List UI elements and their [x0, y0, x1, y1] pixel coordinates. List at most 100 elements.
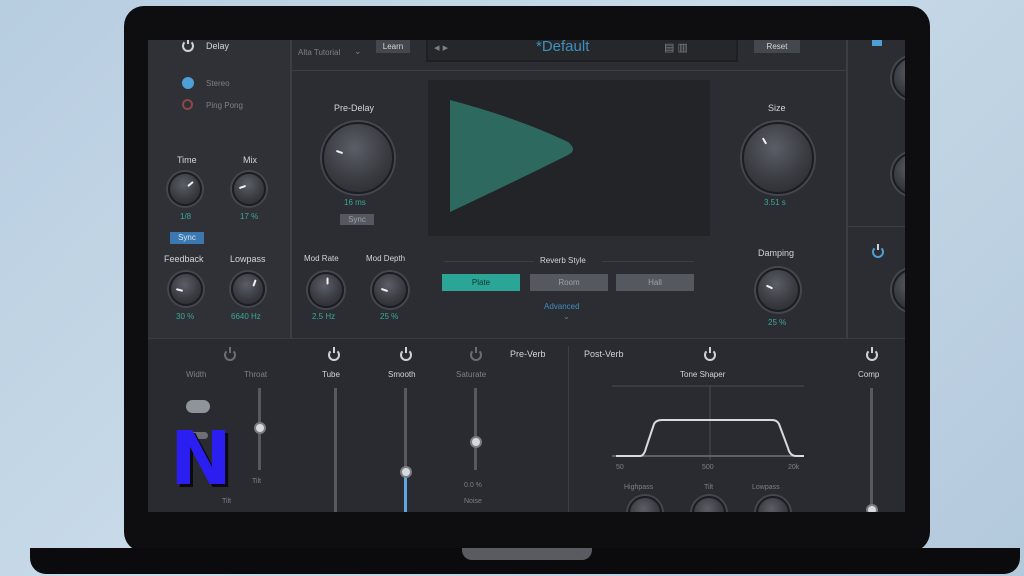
tone-shaper-graph[interactable] [612, 382, 808, 462]
modrate-knob[interactable] [308, 272, 344, 308]
saturate-slider-thumb[interactable] [470, 436, 482, 448]
style-hall-button[interactable]: Hall [616, 274, 694, 291]
right-knob-3[interactable] [892, 268, 905, 312]
toneshaper-power-icon[interactable] [704, 347, 716, 361]
lowpass2-label: Lowpass [752, 484, 780, 491]
style-line-left [444, 261, 534, 262]
smooth-power-icon[interactable] [400, 347, 412, 361]
right-panel-hline [848, 226, 905, 227]
lowpass-label: Lowpass [230, 254, 266, 264]
mix-value: 17 % [240, 212, 259, 221]
reverb-style-label: Reverb Style [540, 256, 586, 265]
right-knob-2[interactable] [892, 152, 905, 196]
tilt-knob-label: Tilt [704, 484, 714, 491]
saturate-sub: Noise [464, 498, 482, 505]
comp-slider-track[interactable] [870, 388, 873, 512]
smooth-slider-fill [404, 472, 407, 512]
pingpong-radio[interactable] [182, 99, 193, 110]
saturate-value: 0.0 % [464, 482, 482, 489]
width-power-icon[interactable] [224, 347, 236, 361]
link-toggle-icon[interactable] [186, 400, 210, 413]
time-value: 1/8 [180, 212, 192, 221]
comp-power-icon[interactable] [866, 347, 878, 361]
stereo-label: Stereo [206, 79, 230, 88]
postverb-title: Post-Verb [584, 349, 624, 359]
time-knob[interactable] [168, 172, 202, 206]
watermark-logo: N [170, 422, 232, 496]
stereo-radio[interactable] [182, 77, 194, 89]
axis-left-label: 50 [616, 464, 624, 471]
tube-label: Tube [322, 370, 340, 379]
damping-value: 25 % [768, 318, 787, 327]
axis-right-label: 20k [788, 464, 800, 471]
preset-menu-icon[interactable]: ▤ ▥ [664, 41, 688, 54]
lowpass-knob[interactable] [231, 272, 265, 306]
midi-menu[interactable]: Alta Tutorial [298, 48, 340, 57]
preset-name[interactable]: *Default [536, 40, 589, 55]
highpass-label: Highpass [624, 484, 654, 491]
axis-mid-label: 500 [702, 464, 714, 471]
plugin-window: Delay Stereo Ping Pong Time 1/8 Mix 17 %… [148, 40, 905, 512]
right-power-icon[interactable] [872, 244, 884, 258]
style-room-button[interactable]: Room [530, 274, 608, 291]
reset-button[interactable]: Reset [754, 40, 800, 53]
toneshaper-label: Tone Shaper [680, 370, 726, 379]
comp-label: Comp [858, 370, 880, 379]
mix-knob[interactable] [232, 172, 266, 206]
delay-panel: Delay Stereo Ping Pong Time 1/8 Mix 17 %… [148, 40, 290, 338]
pingpong-label: Ping Pong [206, 101, 243, 110]
learn-button[interactable]: Learn [376, 40, 410, 53]
size-value: 3.51 s [764, 198, 786, 207]
header-divider [292, 70, 846, 71]
tube-power-icon[interactable] [328, 347, 340, 361]
predelay-label: Pre-Delay [334, 103, 375, 113]
throat-label: Throat [244, 370, 268, 379]
moddepth-label: Mod Depth [366, 254, 406, 263]
chevron-down-icon[interactable]: ⌄ [354, 46, 362, 57]
advanced-toggle[interactable]: Advanced [544, 302, 580, 311]
delay-divider [290, 40, 292, 338]
predelay-knob[interactable] [322, 122, 394, 194]
delay-title: Delay [206, 41, 230, 51]
mix-label: Mix [243, 155, 257, 165]
right-panel-divider [846, 40, 848, 338]
delay-sync-button[interactable]: Sync [170, 232, 204, 244]
feedback-knob[interactable] [169, 272, 203, 306]
damping-knob[interactable] [756, 268, 800, 312]
lowpass-value: 6640 Hz [231, 312, 261, 321]
predelay-value: 16 ms [344, 198, 366, 207]
laptop-notch [462, 548, 592, 560]
saturate-slider-track[interactable] [474, 388, 477, 470]
style-plate-button[interactable]: Plate [442, 274, 520, 291]
comp-slider-thumb[interactable] [866, 504, 878, 512]
tube-slider-track[interactable] [334, 388, 337, 512]
right-knob-1[interactable] [892, 56, 905, 100]
modrate-label: Mod Rate [304, 254, 339, 263]
throat-value: Tilt [252, 478, 262, 485]
smooth-label: Smooth [388, 370, 416, 379]
time-label: Time [177, 155, 197, 165]
delay-power-icon[interactable] [182, 40, 194, 52]
saturate-label: Saturate [456, 370, 487, 379]
prepost-divider [568, 346, 569, 512]
modrate-value: 2.5 Hz [312, 312, 336, 321]
style-line-right [602, 261, 694, 262]
saturate-power-icon[interactable] [470, 347, 482, 361]
throat-slider-thumb[interactable] [254, 422, 266, 434]
damping-label: Damping [758, 248, 795, 258]
reverb-display [428, 80, 710, 236]
feedback-label: Feedback [164, 254, 204, 264]
moddepth-knob[interactable] [372, 272, 408, 308]
preverb-title: Pre-Verb [510, 349, 546, 359]
size-label: Size [768, 103, 786, 113]
feedback-value: 30 % [176, 312, 195, 321]
advanced-chevron-icon[interactable]: ⌄ [563, 312, 570, 321]
width-label: Width [186, 370, 207, 379]
predelay-sync-button[interactable]: Sync [340, 214, 374, 225]
preset-prev-icon[interactable]: ◂ ▸ [434, 41, 448, 54]
size-knob[interactable] [742, 122, 814, 194]
moddepth-value: 25 % [380, 312, 399, 321]
smooth-slider-thumb[interactable] [400, 466, 412, 478]
watermark-letter: N [170, 416, 232, 502]
right-panel-indicator[interactable] [872, 40, 882, 46]
